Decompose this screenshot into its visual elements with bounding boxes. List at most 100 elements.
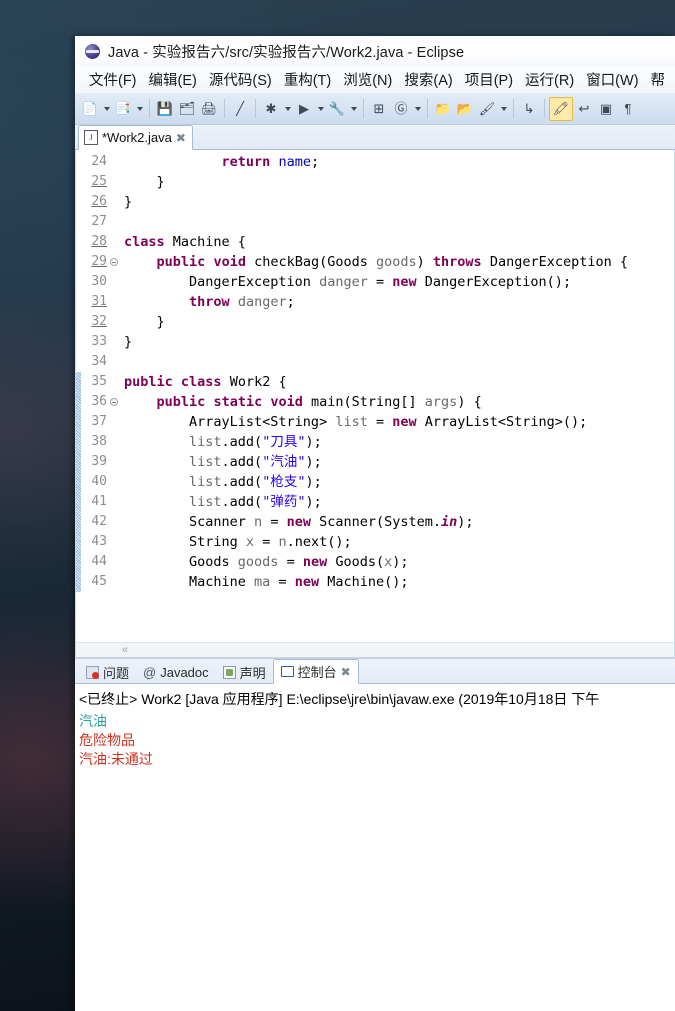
save-all-icon[interactable]: 🗂 [176, 98, 198, 120]
code-line[interactable]: list.add("弹药"); [124, 492, 674, 512]
open-type-icon[interactable]: Ⓖ [390, 98, 412, 120]
next-annotation-icon[interactable]: ↳ [518, 98, 540, 120]
folding-column[interactable] [109, 150, 120, 642]
print-icon[interactable]: 🖨 [198, 98, 220, 120]
bottom-tab-1[interactable]: @ Javadoc [136, 661, 216, 684]
code-line[interactable]: throw danger; [124, 292, 674, 312]
scroll-left-icon[interactable]: « [122, 644, 128, 656]
menu-item-6[interactable]: 项目(P) [459, 67, 519, 92]
external-tools-icon[interactable]: 🔧 [326, 98, 348, 120]
debug-dropdown-arrow-icon[interactable] [282, 98, 293, 120]
editor-horizontal-scrollbar[interactable]: « [75, 642, 675, 658]
new-file-icon[interactable]: 📄 [79, 98, 101, 120]
code-line[interactable]: } [124, 172, 674, 192]
code-line[interactable]: } [124, 192, 674, 212]
java-file-icon: J [84, 130, 98, 145]
bottom-tab-3[interactable]: 控制台 ✖ [272, 659, 359, 684]
line-number: 34 [91, 354, 107, 369]
debug-icon[interactable]: ✱ [260, 98, 282, 120]
editor-tab-work2-java[interactable]: J *Work2.java ✖ [78, 125, 193, 150]
console-output-line: 汽油:未通过 [79, 751, 153, 767]
eclipse-logo-icon [85, 43, 100, 59]
line-number: 43 [91, 534, 107, 549]
menu-item-1[interactable]: 编辑(E) [143, 67, 203, 92]
code-line[interactable]: Goods goods = new Goods(x); [124, 552, 674, 572]
code-line[interactable]: public static void main(String[] args) { [124, 392, 674, 412]
line-number: 41 [91, 494, 107, 509]
editor-tab-bar[interactable]: J *Work2.java ✖ [75, 125, 675, 150]
code-line[interactable]: } [124, 332, 674, 352]
fold-collapse-icon[interactable] [110, 258, 118, 266]
menu-item-0[interactable]: 文件(F) [83, 67, 143, 92]
line-number-gutter: 24 25 26 27 28 29 30 31 32 33 34 35 36 37 38 39 40 41 42 43… [81, 150, 118, 642]
save-icon[interactable]: 💾 [154, 98, 176, 120]
menu-item-7[interactable]: 运行(R) [519, 67, 580, 92]
code-line[interactable]: list.add("枪支"); [124, 472, 674, 492]
highlight-icon[interactable]: 🖍 [549, 96, 573, 121]
code-editor[interactable]: 24 25 26 27 28 29 30 31 32 33 34 35 36 37 38 39 40 41 42 43… [75, 150, 675, 642]
new-java-project-icon[interactable]: ⊞ [368, 98, 390, 120]
menu-item-2[interactable]: 源代码(S) [203, 67, 278, 92]
code-line[interactable] [124, 212, 674, 232]
code-line[interactable]: list.add("刀具"); [124, 432, 674, 452]
line-number: 33 [91, 334, 107, 349]
bottom-tab-2[interactable]: 声明 [216, 661, 273, 684]
code-line[interactable]: return name; [124, 152, 674, 172]
console-output: 汽油 危险物品 汽油:未通过 [77, 712, 675, 769]
line-number: 29 [81, 252, 118, 272]
quick-fix-dropdown-arrow-icon[interactable] [498, 98, 509, 120]
code-line[interactable] [124, 352, 674, 372]
code-line[interactable]: } [124, 312, 674, 332]
open-resource-icon[interactable]: 📂 [454, 98, 476, 120]
menu-item-4[interactable]: 浏览(N) [337, 67, 398, 92]
menu-item-9[interactable]: 帮 [645, 67, 672, 92]
line-number: 38 [91, 434, 107, 449]
close-icon[interactable]: ✖ [341, 666, 351, 678]
code-line[interactable]: class Machine { [124, 232, 674, 252]
code-line[interactable]: ArrayList<String> list = new ArrayList<S… [124, 412, 674, 432]
previous-edit-icon[interactable]: ↩ [573, 98, 595, 120]
restore-view-icon[interactable]: ▣ [595, 98, 617, 120]
line-number: 42 [91, 514, 107, 529]
new-java-class-icon[interactable]: 📑 [112, 98, 134, 120]
open-type-dropdown-arrow-icon[interactable] [412, 98, 423, 120]
menu-bar[interactable]: 文件(F) 编辑(E) 源代码(S) 重构(T) 浏览(N) 搜索(A) 项目(P) 运行(R… [75, 66, 675, 93]
toolbar-separator [427, 99, 428, 118]
bottom-tab-bar[interactable]: 问题 @ Javadoc 声明 控制台 ✖ [75, 659, 675, 684]
search-folder-icon[interactable]: 📁 [432, 98, 454, 120]
code-line[interactable]: DangerException danger = new DangerExcep… [124, 272, 674, 292]
line-number: 40 [91, 474, 107, 489]
line-number: 27 [91, 214, 107, 229]
console-view[interactable]: <已终止> Work2 [Java 应用程序] E:\eclipse\jre\b… [75, 684, 675, 1011]
toolbar[interactable]: 📄 📑 💾 🗂 🖨 ╱ ✱ ▶ 🔧 ⊞ Ⓖ 📁 📂 🖌 ↳ 🖍 ↩ ▣ ¶ [75, 93, 675, 125]
toolbar-separator [544, 99, 545, 118]
toolbar-separator [255, 99, 256, 118]
menu-item-8[interactable]: 窗口(W) [580, 67, 644, 92]
bottom-panel: 问题 @ Javadoc 声明 控制台 ✖ <已终止> Work2 [Java 应用程序]… [75, 658, 675, 1011]
bottom-tab-0[interactable]: 问题 [79, 661, 136, 684]
run-icon[interactable]: ▶ [293, 98, 315, 120]
pilcrow-icon[interactable]: ¶ [617, 98, 639, 120]
new-file-dropdown-arrow-icon[interactable] [101, 98, 112, 120]
new-java-class-dropdown-arrow-icon[interactable] [134, 98, 145, 120]
close-icon[interactable]: ✖ [176, 132, 186, 144]
run-dropdown-arrow-icon[interactable] [315, 98, 326, 120]
toggle-mark-occurrences-icon[interactable]: ╱ [229, 98, 251, 120]
bottom-tab-label: 问题 [103, 666, 130, 681]
menu-item-5[interactable]: 搜索(A) [398, 67, 458, 92]
code-text[interactable]: return name; }} class Machine { public v… [120, 150, 674, 642]
external-tools-dropdown-arrow-icon[interactable] [348, 98, 359, 120]
code-line[interactable]: Machine ma = new Machine(); [124, 572, 674, 592]
fold-collapse-icon[interactable] [110, 398, 118, 406]
code-line[interactable]: public void checkBag(Goods goods) throws… [124, 252, 674, 272]
line-number: 32 [91, 314, 107, 329]
code-line[interactable]: list.add("汽油"); [124, 452, 674, 472]
menu-item-3[interactable]: 重构(T) [278, 67, 338, 92]
code-line[interactable]: public class Work2 { [124, 372, 674, 392]
code-line[interactable]: String x = n.next(); [124, 532, 674, 552]
code-line[interactable]: Scanner n = new Scanner(System.in); [124, 512, 674, 532]
quick-fix-icon[interactable]: 🖌 [476, 98, 498, 120]
line-number: 26 [91, 194, 107, 209]
line-number: 24 [91, 154, 107, 169]
console-output-line: 汽油 [79, 713, 107, 729]
